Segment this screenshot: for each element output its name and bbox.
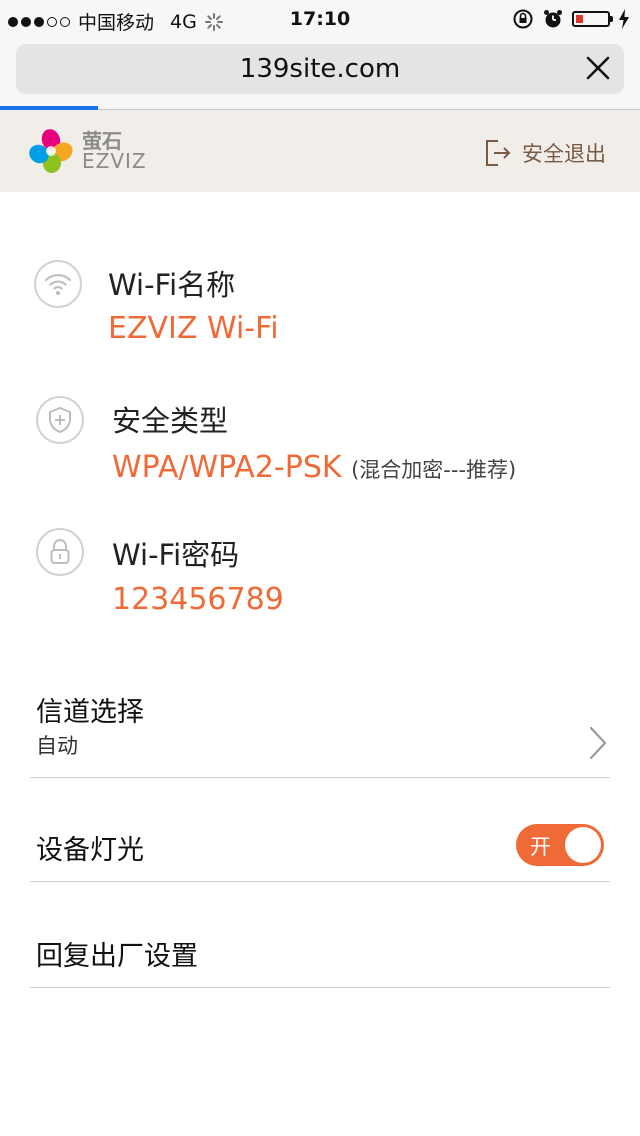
factory-reset-row[interactable]: 回复出厂设置 — [30, 934, 610, 988]
wifi-password-label: Wi-Fi密码 — [112, 538, 240, 572]
security-type-label: 安全类型 — [112, 404, 229, 438]
logout-label: 安全退出 — [522, 142, 606, 166]
device-light-toggle[interactable]: 开 — [516, 824, 604, 866]
wifi-icon — [34, 260, 82, 308]
wifi-password-section: Wi-Fi密码 123456789 — [34, 528, 614, 618]
device-light-label: 设备灯光 — [36, 835, 144, 866]
status-right — [512, 8, 630, 30]
wifi-name-value: EZVIZ Wi-Fi — [108, 311, 279, 346]
logout-icon — [486, 140, 511, 166]
alarm-clock-icon — [544, 10, 562, 28]
ezviz-logo-icon — [29, 129, 73, 173]
chevron-right-icon[interactable] — [588, 726, 608, 760]
channel-select-label: 信道选择 — [36, 697, 144, 728]
security-type-text: WPA/WPA2-PSK — [112, 450, 342, 485]
ezviz-logo: 萤石 EZVIZ — [28, 128, 147, 174]
shield-icon — [36, 396, 84, 444]
security-type-note: (混合加密---推荐) — [351, 458, 517, 482]
battery-icon — [572, 11, 613, 27]
wifi-password-value: 123456789 — [112, 582, 284, 617]
security-type-section: 安全类型 WPA/WPA2-PSK (混合加密---推荐) — [34, 396, 614, 486]
charging-bolt-icon — [619, 9, 629, 29]
factory-reset-label: 回复出厂设置 — [36, 941, 198, 972]
device-light-row: 设备灯光 开 — [30, 824, 610, 882]
status-bar: 中国移动 4G 17:10 — [0, 0, 640, 40]
wifi-name-label: Wi-Fi名称 — [108, 268, 236, 302]
toggle-on-label: 开 — [530, 835, 551, 859]
browser-toolbar: 139site.com — [0, 40, 640, 110]
logout-button[interactable]: 安全退出 — [484, 138, 606, 168]
logo-text: 萤石 EZVIZ — [82, 131, 147, 171]
app-header: 萤石 EZVIZ 安全退出 — [0, 110, 640, 192]
close-icon[interactable] — [580, 50, 616, 86]
toggle-knob — [565, 827, 601, 863]
channel-select-row[interactable]: 信道选择 自动 — [30, 686, 610, 778]
logo-english: EZVIZ — [82, 149, 147, 173]
lock-icon — [36, 528, 84, 576]
url-text[interactable]: 139site.com — [16, 54, 624, 84]
security-type-value: WPA/WPA2-PSK (混合加密---推荐) — [112, 450, 516, 485]
wifi-name-section: Wi-Fi名称 EZVIZ Wi-Fi — [34, 260, 614, 350]
logo-chinese: 萤石 — [82, 129, 122, 153]
address-bar[interactable]: 139site.com — [16, 44, 624, 94]
rotation-lock-icon — [513, 9, 533, 29]
channel-select-value: 自动 — [36, 734, 78, 758]
